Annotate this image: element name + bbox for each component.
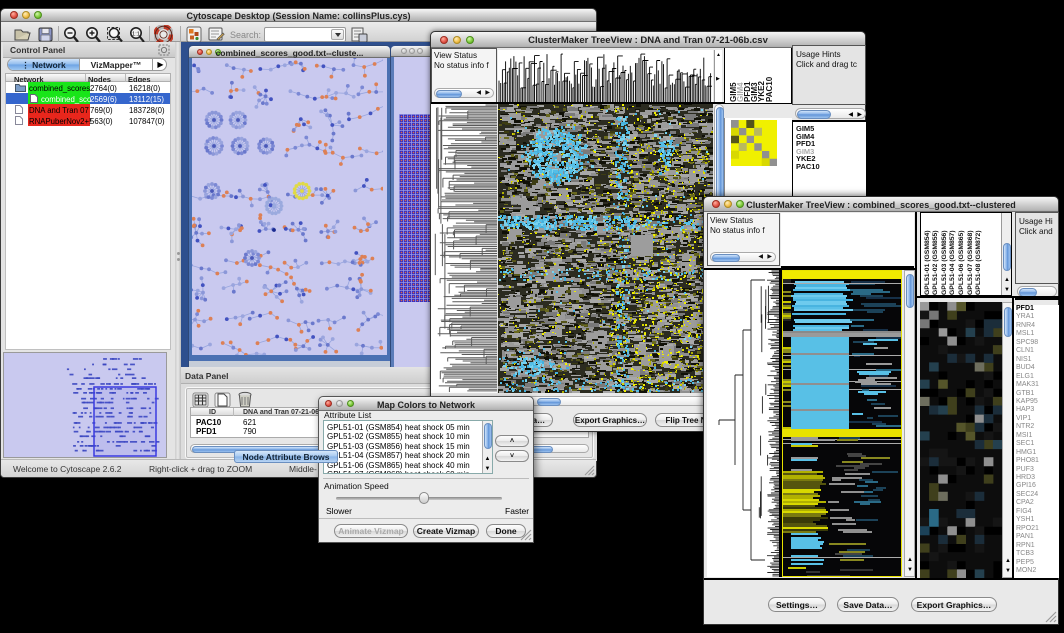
svg-text:1:1: 1:1 <box>132 31 140 37</box>
